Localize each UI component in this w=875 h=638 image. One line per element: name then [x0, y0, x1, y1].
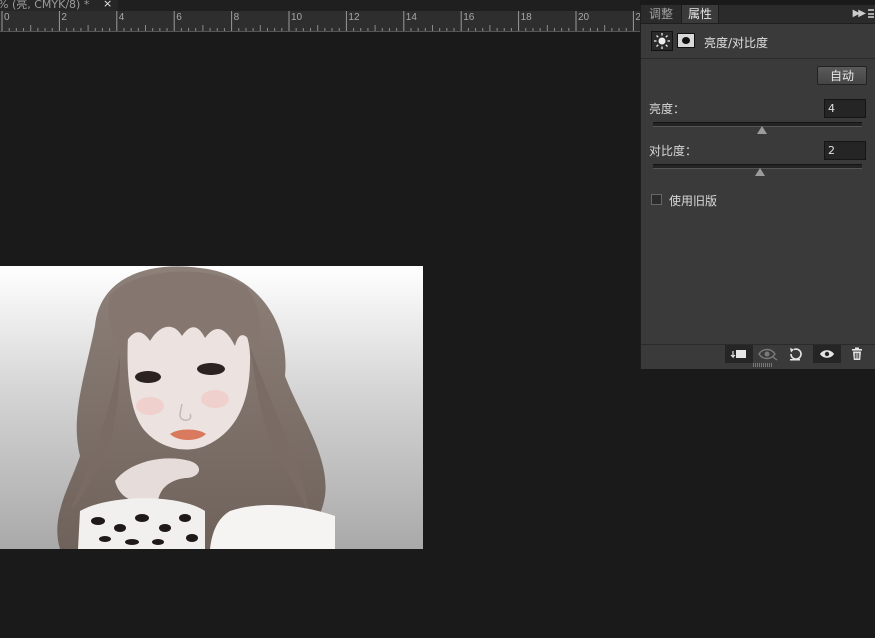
clip-to-layer-icon[interactable]	[725, 345, 753, 363]
double-chevron-right-icon[interactable]: ▶▶	[853, 5, 866, 23]
auto-button[interactable]: 自动	[817, 66, 867, 85]
ruler-label: 16	[463, 12, 475, 23]
brightness-input[interactable]: 4	[824, 99, 866, 118]
panel-menu-icon[interactable]	[868, 9, 874, 18]
ruler-label: 2	[61, 12, 67, 23]
brightness-label: 亮度：	[649, 102, 686, 116]
sun-icon	[651, 31, 673, 51]
layer-header: 亮度/对比度	[641, 24, 875, 59]
trash-icon[interactable]	[843, 345, 871, 363]
use-legacy-label: 使用旧版	[669, 194, 718, 208]
layer-title: 亮度/对比度	[704, 36, 769, 50]
document-tab-title: % (亮, CMYK/8) *	[0, 0, 90, 11]
brightness-slider[interactable]	[653, 122, 862, 134]
ruler-label: 0	[4, 12, 10, 23]
ruler-label: 18	[520, 12, 532, 23]
contrast-label: 对比度：	[649, 144, 698, 158]
horizontal-ruler[interactable]: 0246810121416182022	[0, 11, 640, 32]
contrast-slider-thumb[interactable]	[754, 168, 765, 176]
ruler-label: 14	[405, 12, 417, 23]
tab-bar	[118, 0, 640, 11]
eye-previous-icon[interactable]	[753, 345, 781, 363]
close-icon[interactable]: ×	[103, 0, 112, 9]
canvas-image[interactable]	[0, 266, 423, 549]
panel-tab-bar: 调整 属性 ▶▶	[641, 5, 875, 24]
mask-icon[interactable]	[677, 33, 695, 48]
brightness-slider-thumb[interactable]	[756, 126, 767, 134]
reset-icon[interactable]	[781, 345, 809, 363]
ruler-label: 6	[176, 12, 182, 23]
document-tab[interactable]: % (亮, CMYK/8) * ×	[0, 0, 118, 11]
ruler-label: 12	[348, 12, 360, 23]
eye-icon[interactable]	[813, 345, 841, 363]
resize-grip[interactable]	[753, 363, 773, 367]
ruler-label: 20	[578, 12, 590, 23]
portrait-image	[0, 266, 423, 549]
tab-properties[interactable]: 属性	[681, 5, 720, 23]
use-legacy-checkbox[interactable]	[651, 194, 662, 205]
contrast-slider[interactable]	[653, 164, 862, 176]
ruler-label: 8	[233, 12, 240, 23]
ruler-label: 4	[118, 12, 125, 23]
ruler-label: 10	[291, 12, 303, 23]
tab-adjustments[interactable]: 调整	[643, 5, 679, 23]
properties-panel: 调整 属性 ▶▶ 亮度/对比度 自动 亮度： 4 对比度： 2 使用旧版	[640, 5, 875, 369]
panel-footer	[641, 344, 875, 363]
contrast-input[interactable]: 2	[824, 141, 866, 160]
ruler-ticks	[1, 11, 634, 31]
